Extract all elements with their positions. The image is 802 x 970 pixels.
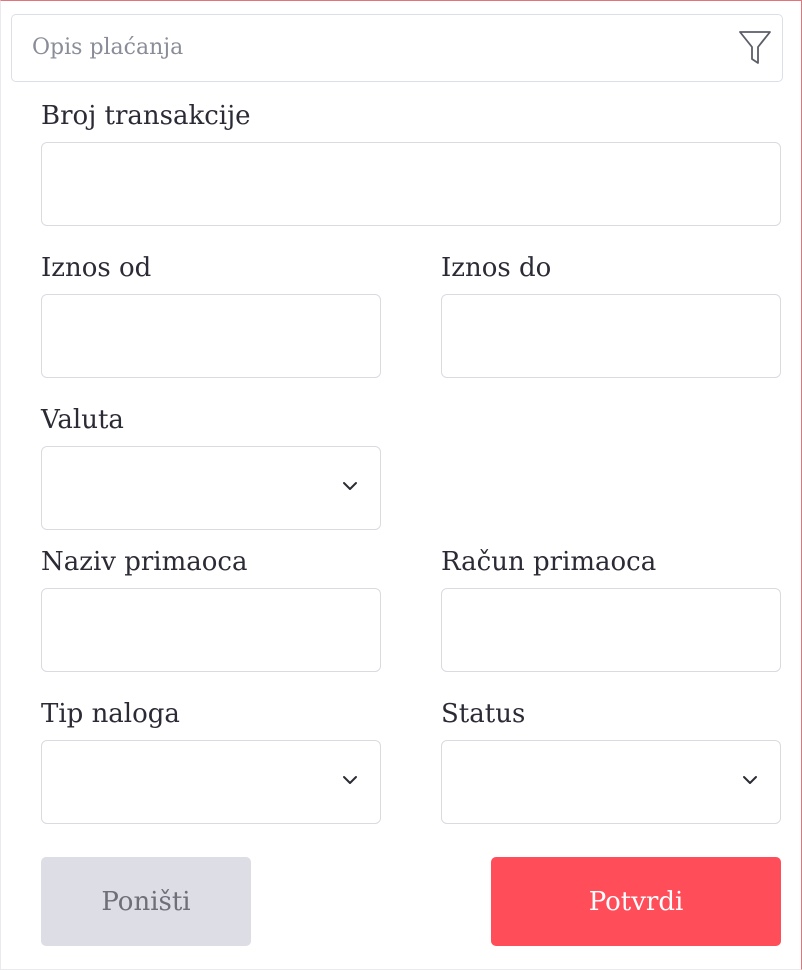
amount-to-label: Iznos do: [441, 253, 552, 283]
search-placeholder: Opis plaćanja: [32, 35, 184, 60]
chevron-down-icon: [343, 482, 357, 490]
payment-description-search[interactable]: Opis plaćanja: [11, 14, 783, 82]
submit-button[interactable]: Potvrdi: [491, 857, 781, 946]
status-select[interactable]: [441, 740, 781, 824]
transaction-number-label: Broj transakcije: [41, 101, 251, 131]
reset-button[interactable]: Poništi: [41, 857, 251, 946]
chevron-down-icon: [743, 776, 757, 784]
filter-panel: Opis plaćanja Broj transakcije Iznos od …: [0, 0, 802, 970]
status-label: Status: [441, 699, 526, 729]
chevron-down-icon: [343, 776, 357, 784]
order-type-select[interactable]: [41, 740, 381, 824]
transaction-number-input[interactable]: [41, 142, 781, 226]
order-type-label: Tip naloga: [41, 699, 180, 729]
currency-label: Valuta: [41, 405, 124, 435]
amount-from-label: Iznos od: [41, 253, 152, 283]
recipient-name-label: Naziv primaoca: [41, 547, 248, 577]
recipient-account-label: Račun primaoca: [441, 547, 657, 577]
amount-from-input[interactable]: [41, 294, 381, 378]
recipient-account-input[interactable]: [441, 588, 781, 672]
recipient-name-input[interactable]: [41, 588, 381, 672]
amount-to-input[interactable]: [441, 294, 781, 378]
currency-select[interactable]: [41, 446, 381, 530]
filter-icon[interactable]: [738, 29, 772, 67]
